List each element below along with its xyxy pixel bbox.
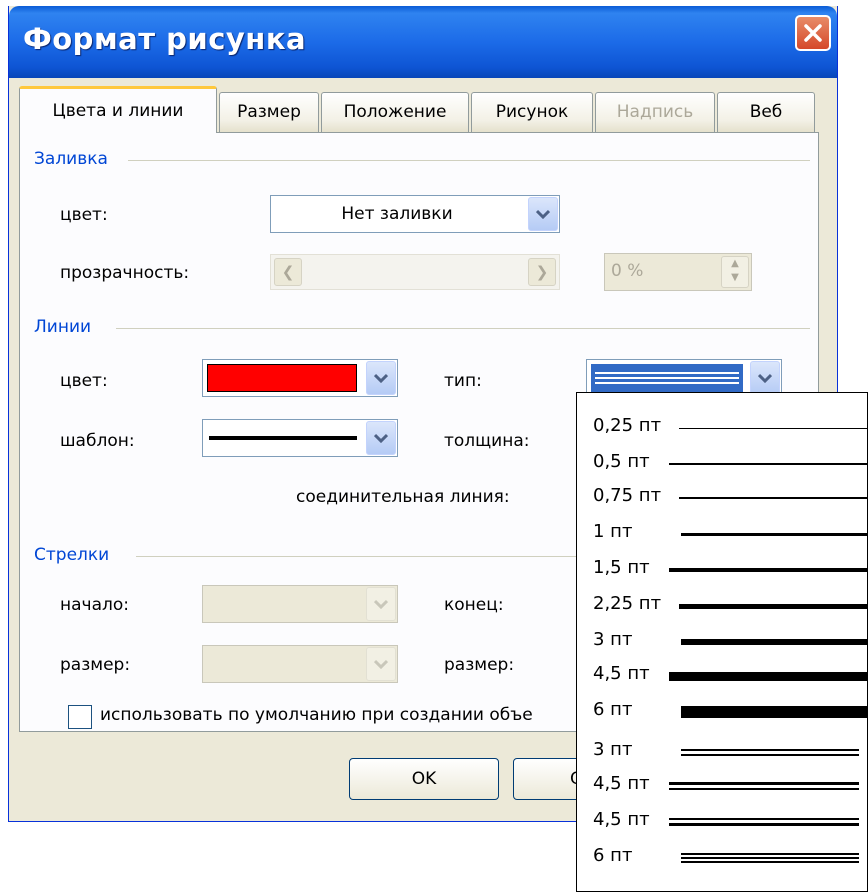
- line-pattern-select[interactable]: [202, 419, 398, 457]
- line-type-option[interactable]: 4,5 пт: [593, 769, 867, 803]
- line-color-label: цвет:: [60, 371, 108, 391]
- begin-size-label: размер:: [60, 655, 131, 675]
- line-color-select[interactable]: [202, 359, 398, 397]
- close-icon: [804, 24, 822, 42]
- dialog-title: Формат рисунка: [23, 22, 307, 56]
- line-type-option[interactable]: 0,25 пт: [593, 411, 867, 445]
- end-style-label: конец:: [444, 595, 504, 615]
- line-type-option-sample: [681, 748, 859, 756]
- tab-text-box: Надпись: [595, 92, 715, 132]
- begin-size-dropdown-button: [366, 647, 396, 681]
- line-type-option-label: 3 пт: [593, 739, 633, 760]
- fill-color-dropdown-button[interactable]: [528, 197, 558, 231]
- line-pattern-label: шаблон:: [60, 431, 135, 451]
- ok-button[interactable]: OK: [349, 758, 499, 800]
- chevron-down-icon: [374, 373, 388, 383]
- line-type-dropdown-button[interactable]: [750, 361, 780, 395]
- line-pattern-dropdown-button[interactable]: [366, 421, 396, 455]
- line-type-option[interactable]: 6 пт: [593, 695, 867, 729]
- line-type-option-sample: [679, 497, 867, 499]
- line-type-option-sample: [669, 818, 859, 826]
- line-type-option-sample: [681, 706, 867, 718]
- line-type-option-label: 0,25 пт: [593, 415, 662, 436]
- connector-label: соединительная линия:: [296, 487, 510, 507]
- line-type-option[interactable]: 4,5 пт: [593, 805, 867, 839]
- line-type-option-label: 1,5 пт: [593, 557, 650, 578]
- line-type-option[interactable]: 1,5 пт: [593, 553, 867, 587]
- line-type-option[interactable]: 4,5 пт: [593, 659, 867, 693]
- line-type-option-sample: [681, 853, 859, 863]
- line-type-dropdown-list: 0,25 пт 0,5 пт 0,75 пт 1 пт 1,5 пт 2,25 пт 3 п…: [576, 392, 868, 892]
- line-type-option-label: 6 пт: [593, 699, 633, 720]
- lines-group-divider: [116, 328, 810, 329]
- begin-style-label: начало:: [60, 595, 129, 615]
- line-type-option[interactable]: 6 пт: [593, 841, 867, 875]
- chevron-down-icon: [536, 209, 550, 219]
- line-type-option[interactable]: 0,75 пт: [593, 481, 867, 515]
- line-type-option[interactable]: 1 пт: [593, 517, 867, 551]
- begin-style-dropdown-button: [366, 587, 396, 621]
- end-size-label: размер:: [444, 655, 515, 675]
- line-type-option-sample: [679, 427, 867, 429]
- line-type-option-sample: [681, 639, 867, 645]
- fill-color-select[interactable]: Нет заливки: [270, 195, 560, 233]
- transparency-value: 0 %: [611, 261, 644, 281]
- lines-group-label: Линии: [34, 317, 92, 337]
- tab-colors-lines[interactable]: Цвета и линии: [19, 86, 217, 133]
- line-type-option[interactable]: 0,5 пт: [593, 447, 867, 481]
- begin-size-select: [202, 645, 398, 683]
- chevron-down-icon: [374, 599, 388, 609]
- chevron-down-icon: [374, 433, 388, 443]
- line-type-option-label: 0,5 пт: [593, 451, 650, 472]
- tab-position[interactable]: Положение: [321, 92, 469, 132]
- close-button[interactable]: [795, 15, 831, 51]
- use-default-label[interactable]: использовать по умолчанию при создании о…: [100, 705, 533, 725]
- line-type-option-label: 0,75 пт: [593, 485, 662, 506]
- line-color-swatch: [207, 364, 357, 392]
- line-type-option-sample: [669, 671, 867, 681]
- line-type-option-label: 1 пт: [593, 521, 633, 542]
- fill-color-value: Нет заливки: [341, 204, 453, 224]
- line-type-option-label: 4,5 пт: [593, 773, 650, 794]
- line-type-option-sample: [669, 568, 867, 572]
- title-bar[interactable]: Формат рисунка: [9, 6, 837, 78]
- line-type-option-label: 4,5 пт: [593, 809, 650, 830]
- chevron-down-icon: [374, 659, 388, 669]
- use-default-checkbox[interactable]: [68, 705, 92, 729]
- transparency-label: прозрачность:: [60, 263, 190, 283]
- chevron-down-icon: [758, 373, 772, 383]
- transparency-slider: ❮ ❯: [270, 254, 560, 290]
- line-type-option-label: 2,25 пт: [593, 593, 662, 614]
- scroll-left-icon: ❮: [274, 258, 302, 286]
- line-type-option-sample: [679, 603, 867, 609]
- scroll-right-icon: ❯: [528, 258, 556, 286]
- tab-strip: Цвета и линии Размер Положение Рисунок Н…: [19, 86, 819, 133]
- line-type-option-sample: [669, 782, 859, 790]
- line-type-option-label: 6 пт: [593, 845, 633, 866]
- fill-group-divider: [128, 160, 810, 161]
- tab-web[interactable]: Веб: [717, 92, 815, 132]
- line-type-option-sample: [669, 463, 867, 465]
- begin-style-select: [202, 585, 398, 623]
- transparency-spinner: 0 % ▲ ▼: [604, 253, 752, 291]
- tab-picture[interactable]: Рисунок: [471, 92, 593, 132]
- line-type-option[interactable]: 2,25 пт: [593, 589, 867, 623]
- line-type-option[interactable]: 3 пт: [593, 625, 867, 659]
- line-weight-label: толщина:: [444, 431, 530, 451]
- line-color-dropdown-button[interactable]: [366, 361, 396, 395]
- fill-group-label: Заливка: [34, 149, 108, 169]
- line-type-option-label: 3 пт: [593, 629, 633, 650]
- arrows-group-label: Стрелки: [34, 545, 110, 565]
- line-type-option-label: 4,5 пт: [593, 663, 650, 684]
- tab-size[interactable]: Размер: [219, 92, 319, 132]
- line-pattern-sample: [209, 436, 357, 440]
- line-type-selected-highlight: [591, 364, 743, 392]
- line-type-label: тип:: [444, 371, 482, 391]
- fill-color-label: цвет:: [60, 205, 108, 225]
- spin-updown-icon: ▲ ▼: [721, 256, 749, 288]
- line-type-option-sample: [681, 532, 867, 536]
- line-type-option[interactable]: 3 пт: [593, 735, 867, 769]
